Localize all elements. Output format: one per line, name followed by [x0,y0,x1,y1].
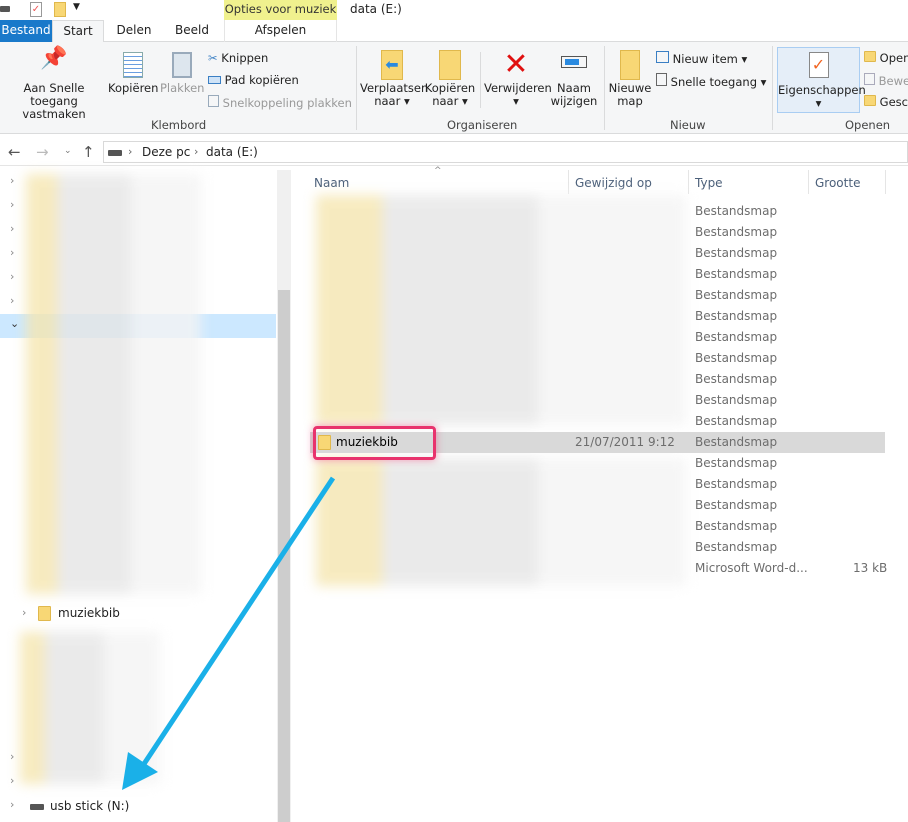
arrow-shaft [137,476,336,772]
arrow-head [122,752,158,790]
annotation-arrow [122,476,336,790]
